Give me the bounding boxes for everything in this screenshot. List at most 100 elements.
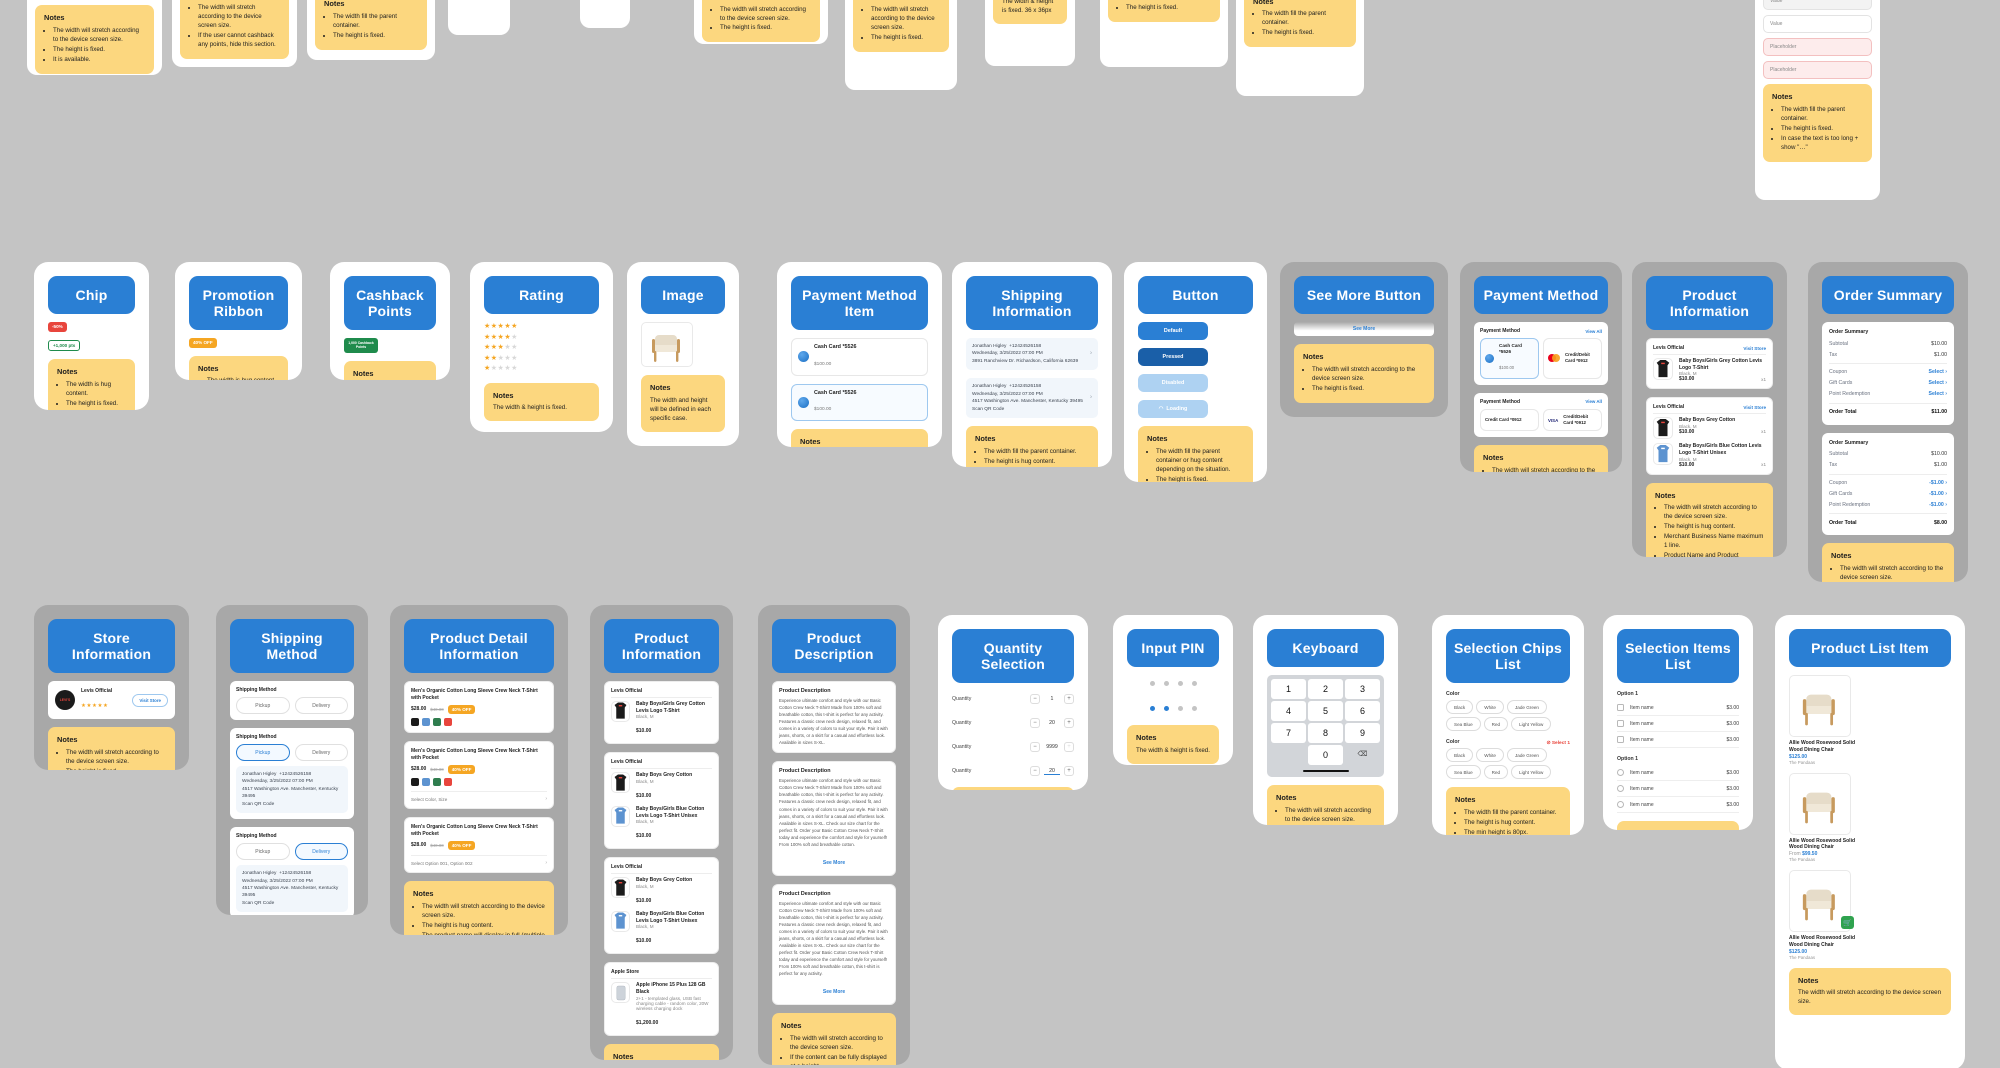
rating-5[interactable]: ★★★★★ [484,322,599,333]
product-row[interactable]: Baby Boys Grey Cotton Black, M $10.00 [611,877,712,907]
text-field[interactable]: Placeholder [1763,61,1872,79]
card-selection-chips-list[interactable]: Selection Chips List Color Black White J… [1432,615,1584,835]
payment-method-item-selected[interactable]: Cash Card *5526 $100.00 [791,383,928,422]
view-all-link[interactable]: View All [1585,399,1602,404]
quantity-row[interactable]: Quantity − 20 + [952,715,1074,731]
product-row[interactable]: Baby Boys/Girls Grey Cotton Levis Logo T… [1653,357,1766,382]
quantity-plus-button[interactable]: + [1064,718,1074,728]
card-keyboard[interactable]: Keyboard 1 2 3 4 5 6 7 8 9 0 ⌫ Notes The… [1253,615,1398,825]
variant-select-label[interactable]: Select Color, Size [411,797,447,802]
card-payment-method-item[interactable]: Payment Method Item Cash Card *5526 $100… [777,262,942,447]
discount-chip[interactable]: -50% [48,322,67,332]
button-default[interactable]: Default [1138,322,1208,340]
color-swatch[interactable] [422,718,430,726]
product-row[interactable]: Baby Boys Grey Cotton Black, M $10.00 x1 [1653,417,1766,440]
key-9[interactable]: 9 [1345,723,1380,743]
pin-row-filled[interactable] [1127,700,1219,717]
color-swatch[interactable] [411,718,419,726]
radio-icon[interactable] [1617,769,1624,776]
card-see-more-button[interactable]: See More Button See More Notes The width… [1280,262,1448,417]
top-card-tabs[interactable]: Home Commerce Store Messages Profile Not… [307,0,435,60]
top-card-selection-chip[interactable]: Selection Chip Notes The width fill the … [1100,0,1228,67]
card-rating[interactable]: Rating ★★★★★ ★★★★★ ★★★★★ ★★★★★ ★★★★★ Not… [470,262,613,432]
radio-icon[interactable] [1617,801,1624,808]
shipping-entry[interactable]: Jonathan Higley +12424526158 Wednesday, … [966,338,1098,371]
payment-option[interactable]: VISA Credit/Debit Card *0912 [1543,408,1602,432]
chip-black[interactable]: Black [1446,748,1474,762]
product-row[interactable]: Baby Boys/Girls Blue Cotton Levis Logo T… [611,910,712,948]
summary-action-link[interactable]: Select › [1929,369,1947,375]
top-card-stepper[interactable]: ← Notes The width & height is fixed. 36 … [985,0,1075,66]
chip-sea-blue[interactable]: Sea Blue [1446,765,1481,779]
summary-action-link[interactable]: -$1.00 › [1929,480,1947,486]
product-row[interactable]: Baby Boys/Girls Grey Cotton Levis Logo T… [611,700,712,738]
summary-action-link[interactable]: -$1.00 › [1929,502,1947,508]
segment-pickup[interactable]: Pickup [236,697,290,714]
product-list-entry[interactable]: 🛒 Allie Wood Rosewood Solid Wood Dining … [1789,870,1951,960]
summary-action-link[interactable]: -$1.00 › [1929,491,1947,497]
summary-action-link[interactable]: Select › [1929,391,1947,397]
key-7[interactable]: 7 [1271,723,1306,743]
view-all-link[interactable]: View All [1585,329,1602,334]
product-row[interactable]: Apple iPhone 15 Plus 128 GB Black 2+1 - … [611,982,712,1029]
card-promotion-ribbon[interactable]: Promotion Ribbon 40% OFF Notes The width… [175,262,302,380]
see-more-link[interactable]: See More [823,989,845,995]
selection-item[interactable]: Item name $3.00 [1617,797,1739,813]
shipping-detail[interactable]: Jonathan Higley +12424526158 Wednesday, … [236,865,348,913]
card-selection-items-list[interactable]: Selection Items List Option 1 Item name … [1603,615,1753,830]
chip-sea-blue[interactable]: Sea Blue [1446,717,1481,731]
chip-light-yellow[interactable]: Light Yellow [1511,717,1552,731]
color-swatch[interactable] [433,778,441,786]
color-swatch[interactable] [433,718,441,726]
selection-item[interactable]: Item name $3.00 [1617,716,1739,732]
card-payment-method[interactable]: Payment Method Payment Method View All C… [1460,262,1622,472]
shipping-entry[interactable]: Jonathan Higley +12424526158 Wednesday, … [966,378,1098,418]
key-2[interactable]: 2 [1308,679,1343,699]
summary-action[interactable]: Point Redemption -$1.00 › [1829,499,1947,510]
chip-white[interactable]: White [1476,748,1504,762]
card-quantity-selection[interactable]: Quantity Selection Quantity − 1 + Quanti… [938,615,1088,790]
checkbox-icon[interactable] [1617,736,1624,743]
summary-action[interactable]: Gift Cards -$1.00 › [1829,488,1947,499]
chip-red[interactable]: Red [1483,765,1509,779]
shipping-extra[interactable]: Scan QR Code [972,407,1004,412]
quantity-minus-button[interactable]: − [1030,694,1040,704]
color-swatch[interactable] [411,778,419,786]
key-8[interactable]: 8 [1308,723,1343,743]
card-button[interactable]: Button Default Pressed Disabled ◠ Loadin… [1124,262,1267,482]
summary-action[interactable]: Gift Cards Select › [1829,378,1947,389]
top-card-payment-list[interactable]: Cash Card VISA Credit Card 🏦 Bank Accoun… [1236,0,1364,96]
text-field[interactable]: Value [1763,0,1872,10]
rating-4[interactable]: ★★★★★ [484,333,599,344]
payment-option[interactable]: Cash Card *5526 $100.00 [1480,338,1539,379]
product-row[interactable]: Baby Boys Grey Cotton Black, M $10.00 [611,772,712,802]
product-detail-item[interactable]: Men's Organic Cotton Long Sleeve Crew Ne… [404,681,554,733]
see-more-link[interactable]: See More [823,860,845,866]
key-3[interactable]: 3 [1345,679,1380,699]
checkbox-icon[interactable] [1617,704,1624,711]
key-6[interactable]: 6 [1345,701,1380,721]
visit-store-link[interactable]: Visit Store [1743,346,1766,351]
button-pressed[interactable]: Pressed [1138,348,1208,366]
key-4[interactable]: 4 [1271,701,1306,721]
top-card-add-card[interactable]: Add Card In Case The Drawer Title Is Ver… [694,0,828,44]
selection-item[interactable]: Item name $3.00 [1617,732,1739,748]
key-1[interactable]: 1 [1271,679,1306,699]
radio-icon[interactable] [1617,785,1624,792]
rating-2[interactable]: ★★★★★ [484,354,599,365]
card-product-description[interactable]: Product Description Product Description … [758,605,910,1065]
color-swatch[interactable] [422,778,430,786]
chip-black[interactable]: Black [1446,700,1474,714]
product-detail-item[interactable]: Men's Organic Cotton Long Sleeve Crew Ne… [404,741,554,809]
product-row[interactable]: Baby Boys/Girls Blue Cotton Levis Logo T… [1653,443,1766,468]
cashback-points-chip[interactable]: 1,000 Cashback Points [344,338,378,353]
card-product-information-row2[interactable]: Product Information Levis Official Visit… [1632,262,1787,557]
shipping-extra[interactable]: Scan QR Code [242,802,274,807]
card-cashback-points[interactable]: Cashback Points 1,000 Cashback Points No… [330,262,450,380]
segment-delivery[interactable]: Delivery [294,843,348,861]
rating-1[interactable]: ★★★★★ [484,364,599,375]
summary-action[interactable]: Coupon Select › [1829,367,1947,378]
text-field[interactable]: Value [1763,15,1872,33]
chip-jade-green[interactable]: Jade Green [1506,748,1547,762]
summary-action[interactable]: Coupon -$1.00 › [1829,477,1947,488]
